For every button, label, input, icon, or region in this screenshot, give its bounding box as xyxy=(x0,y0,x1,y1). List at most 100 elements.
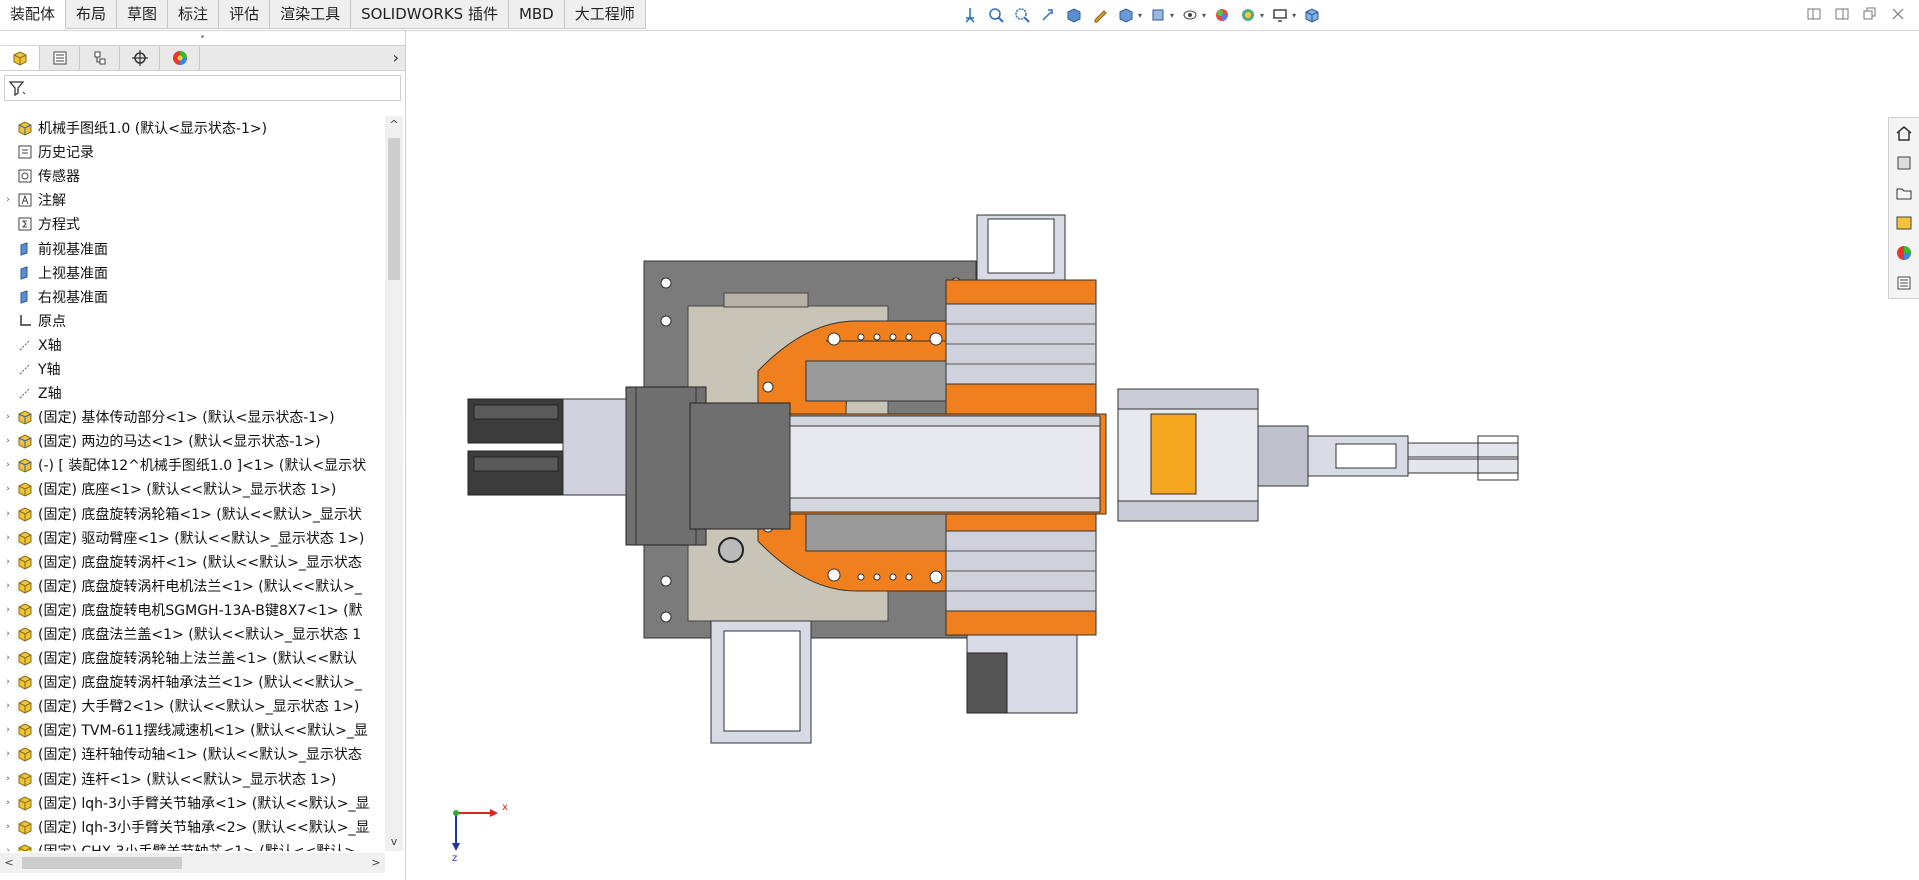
tab-1[interactable]: 布局 xyxy=(66,0,118,29)
tree-item[interactable]: › (固定) CHX-3小手臂关节轴芯<1> (默认<<默认>_ xyxy=(0,839,385,851)
appearances-icon[interactable] xyxy=(1889,238,1919,268)
tree-item[interactable]: › (固定) 驱动臂座<1> (默认<<默认>_显示状态 1>) xyxy=(0,526,385,550)
scroll-left-icon[interactable]: < xyxy=(0,853,18,873)
restore-icon[interactable] xyxy=(1863,6,1881,24)
dropdown-arrow-icon[interactable]: ▾ xyxy=(1202,11,1206,20)
tree-item[interactable]: › (固定) 连杆<1> (默认<<默认>_显示状态 1>) xyxy=(0,767,385,791)
dropdown-arrow-icon[interactable]: ▾ xyxy=(1260,11,1264,20)
tree-item[interactable]: Y轴 xyxy=(0,357,385,381)
expand-arrow-icon[interactable]: › xyxy=(0,629,16,639)
expand-arrow-icon[interactable]: › xyxy=(0,509,16,519)
expand-arrow-icon[interactable]: › xyxy=(0,436,16,446)
tile-right-icon[interactable] xyxy=(1835,6,1853,24)
previous-view-icon[interactable] xyxy=(1038,5,1058,25)
tab-3[interactable]: 标注 xyxy=(168,0,220,29)
scroll-thumb[interactable] xyxy=(22,857,182,869)
tab-5[interactable]: 渲染工具 xyxy=(270,0,352,29)
expand-arrow-icon[interactable]: › xyxy=(0,557,16,567)
tree-item[interactable]: X轴 xyxy=(0,333,385,357)
expand-arrow-icon[interactable]: › xyxy=(0,581,16,591)
tree-item[interactable]: › 注解 xyxy=(0,188,385,212)
expand-arrow-icon[interactable]: › xyxy=(0,846,16,851)
expand-arrow-icon[interactable]: › xyxy=(0,653,16,663)
scroll-right-icon[interactable]: > xyxy=(367,853,385,873)
expand-arrow-icon[interactable]: › xyxy=(0,701,16,711)
close-icon[interactable] xyxy=(1891,6,1909,24)
tree-item[interactable]: 上视基准面 xyxy=(0,261,385,285)
tree-item[interactable]: › (-) [ 装配体12^机械手图纸1.0 ]<1> (默认<显示状 xyxy=(0,453,385,477)
file-explorer-icon[interactable] xyxy=(1889,178,1919,208)
tree-item[interactable]: › (固定) 底盘旋转涡杆<1> (默认<<默认>_显示状态 xyxy=(0,550,385,574)
custom-properties-icon[interactable] xyxy=(1889,268,1919,298)
tree-item[interactable]: 右视基准面 xyxy=(0,285,385,309)
hide-show-items-icon[interactable] xyxy=(1180,5,1200,25)
display-manager-tab[interactable] xyxy=(160,46,200,70)
tree-item[interactable]: › (固定) TVM-611摆线减速机<1> (默认<<默认>_显 xyxy=(0,718,385,742)
expand-arrow-icon[interactable]: › xyxy=(0,822,16,832)
tree-item[interactable]: › (固定) 底盘旋转涡杆电机法兰<1> (默认<<默认>_ xyxy=(0,574,385,598)
tree-item[interactable]: › (固定) 底盘旋转电机SGMGH-13A-B键8X7<1> (默 xyxy=(0,598,385,622)
tree-item[interactable]: › (固定) 大手臂2<1> (默认<<默认>_显示状态 1>) xyxy=(0,694,385,718)
expand-arrow-icon[interactable]: › xyxy=(0,605,16,615)
tree-item[interactable]: › (固定) 两边的马达<1> (默认<显示状态-1>) xyxy=(0,429,385,453)
expand-arrow-icon[interactable]: › xyxy=(0,677,16,687)
expand-arrow-icon[interactable]: › xyxy=(0,798,16,808)
edit-appearance-icon[interactable] xyxy=(1212,5,1232,25)
scroll-up-icon[interactable]: ^ xyxy=(385,116,403,134)
display-style-icon[interactable] xyxy=(1148,5,1168,25)
tile-left-icon[interactable] xyxy=(1807,6,1825,24)
view-orientation-icon[interactable] xyxy=(1116,5,1136,25)
expand-arrow-icon[interactable]: › xyxy=(0,460,16,470)
expand-arrow-icon[interactable]: › xyxy=(0,484,16,494)
view-palette-icon[interactable] xyxy=(1889,208,1919,238)
graphics-area[interactable]: x z xyxy=(406,31,1919,880)
dropdown-arrow-icon[interactable]: ▾ xyxy=(1292,11,1296,20)
tree-item[interactable]: › (固定) 基体传动部分<1> (默认<显示状态-1>) xyxy=(0,405,385,429)
tree-vertical-scrollbar[interactable]: ^ v xyxy=(385,116,403,851)
tree-horizontal-scrollbar[interactable]: < > xyxy=(0,853,385,873)
property-manager-tab[interactable] xyxy=(40,46,80,70)
apply-scene-icon[interactable] xyxy=(1238,5,1258,25)
tab-4[interactable]: 评估 xyxy=(219,0,271,29)
home-icon[interactable] xyxy=(1889,118,1919,148)
tree-item[interactable]: › (固定) 底盘法兰盖<1> (默认<<默认>_显示状态 1 xyxy=(0,622,385,646)
expand-arrow-icon[interactable]: › xyxy=(0,412,16,422)
tree-item[interactable]: › (固定) 底座<1> (默认<<默认>_显示状态 1>) xyxy=(0,477,385,501)
design-library-icon[interactable] xyxy=(1889,148,1919,178)
dynamic-annotation-icon[interactable] xyxy=(1090,5,1110,25)
tab-2[interactable]: 草图 xyxy=(117,0,169,29)
tree-item[interactable]: › (固定) 底盘旋转涡杆轴承法兰<1> (默认<<默认>_ xyxy=(0,670,385,694)
expand-arrow-icon[interactable]: › xyxy=(0,533,16,543)
tree-item[interactable]: › (固定) 底盘旋转涡轮箱<1> (默认<<默认>_显示状 xyxy=(0,502,385,526)
feature-manager-tab[interactable] xyxy=(0,46,40,70)
expand-arrow-icon[interactable]: › xyxy=(0,725,16,735)
section-view-icon[interactable] xyxy=(1064,5,1084,25)
scroll-down-icon[interactable]: v xyxy=(385,833,403,851)
panel-grip-icon[interactable]: • xyxy=(0,31,405,45)
filter-icon[interactable] xyxy=(9,80,27,96)
expand-arrow-icon[interactable]: › xyxy=(0,774,16,784)
tab-0[interactable]: 装配体 xyxy=(0,0,67,29)
tree-item[interactable]: 原点 xyxy=(0,309,385,333)
tree-root[interactable]: 机械手图纸1.0 (默认<显示状态-1>) xyxy=(0,116,385,140)
tab-6[interactable]: SOLIDWORKS 插件 xyxy=(351,0,509,29)
tree-item[interactable]: › (固定) 底盘旋转涡轮轴上法兰盖<1> (默认<<默认 xyxy=(0,646,385,670)
configuration-manager-tab[interactable] xyxy=(80,46,120,70)
tab-8[interactable]: 大工程师 xyxy=(564,0,646,29)
chevron-right-icon[interactable]: › xyxy=(393,48,399,67)
tree-item[interactable]: 传感器 xyxy=(0,164,385,188)
dimxpert-manager-tab[interactable] xyxy=(120,46,160,70)
normal-to-icon[interactable] xyxy=(960,5,980,25)
tree-item[interactable]: › (固定) lqh-3小手臂关节轴承<2> (默认<<默认>_显 xyxy=(0,815,385,839)
robot-arm-model[interactable]: x z xyxy=(406,31,1919,880)
tree-item[interactable]: Z轴 xyxy=(0,381,385,405)
dropdown-arrow-icon[interactable]: ▾ xyxy=(1170,11,1174,20)
tree-item[interactable]: 前视基准面 xyxy=(0,236,385,260)
tree-item[interactable]: 方程式 xyxy=(0,212,385,236)
expand-arrow-icon[interactable]: › xyxy=(0,195,16,205)
view-settings-icon[interactable] xyxy=(1270,5,1290,25)
tab-7[interactable]: MBD xyxy=(508,0,565,29)
tree-item[interactable]: › (固定) 连杆轴传动轴<1> (默认<<默认>_显示状态 xyxy=(0,742,385,766)
tree-item[interactable]: 历史记录 xyxy=(0,140,385,164)
zoom-to-fit-icon[interactable] xyxy=(986,5,1006,25)
